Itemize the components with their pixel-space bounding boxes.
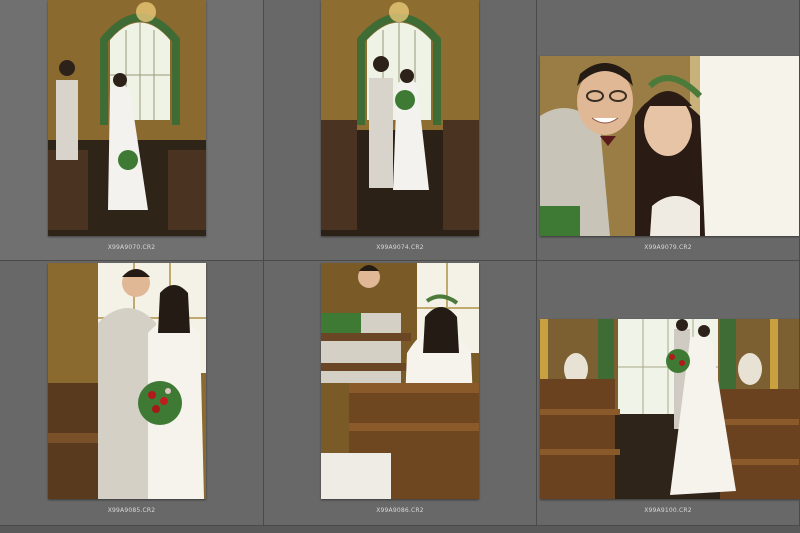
photo-thumbnail[interactable] <box>540 56 799 236</box>
thumbnail-cell-6[interactable]: X99A9100.CR2 <box>537 261 800 526</box>
photo-thumbnail[interactable] <box>321 263 479 499</box>
photo-thumbnail[interactable] <box>540 319 799 499</box>
thumbnail-cell-4[interactable]: X99A9085.CR2 <box>0 261 264 526</box>
photo-thumbnail[interactable] <box>48 263 206 499</box>
bottom-scroll-edge <box>0 526 800 533</box>
photo-thumbnail[interactable] <box>48 0 206 236</box>
thumbnail-cell-5[interactable]: X99A9086.CR2 <box>264 261 537 526</box>
thumbnail-filename: X99A9100.CR2 <box>644 507 692 514</box>
thumbnail-filename: X99A9070.CR2 <box>107 244 156 251</box>
thumbnail-grid: X99A9070.CR2 X99A9074.CR2 X99A9079.CR2 X… <box>0 0 800 533</box>
thumbnail-cell-1[interactable]: X99A9070.CR2 <box>0 0 264 261</box>
thumbnail-cell-3[interactable]: X99A9079.CR2 <box>537 0 800 261</box>
thumbnail-filename: X99A9074.CR2 <box>376 244 424 251</box>
thumbnail-filename: X99A9079.CR2 <box>644 244 692 251</box>
thumbnail-filename: X99A9086.CR2 <box>376 507 424 514</box>
thumbnail-cell-2[interactable]: X99A9074.CR2 <box>264 0 537 261</box>
photo-thumbnail[interactable] <box>321 0 479 236</box>
thumbnail-filename: X99A9085.CR2 <box>107 507 156 514</box>
